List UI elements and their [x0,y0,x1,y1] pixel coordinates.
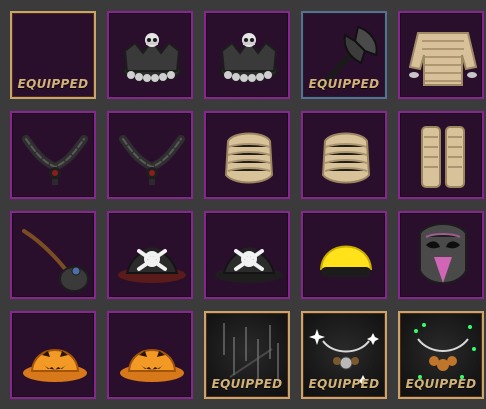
rain-effect-icon [223,323,279,383]
bandage-legs-icon [421,126,465,188]
crown-skull-icon [220,33,278,82]
inventory-slot[interactable] [398,211,484,299]
inventory-grid: EQUIPPED EQUIPPED EQUIPPED EQUIPPED EQUI… [0,0,486,409]
bandage-wrap-icon [224,132,274,184]
axe-icon [320,25,378,88]
chain-necklace-icon [22,135,88,185]
crown-skull-icon [123,33,181,82]
green-sparkle-necklace-icon [414,323,476,379]
mummy-shirt-icon [408,32,478,86]
inventory-slot[interactable]: EQUIPPED [204,311,290,399]
inventory-slot[interactable] [10,111,96,199]
inventory-slot[interactable] [301,111,387,199]
sparkle-necklace-icon [309,329,379,387]
pumpkin-hat-icon [23,349,87,382]
inventory-slot[interactable] [204,111,290,199]
inventory-slot[interactable]: EQUIPPED [10,11,96,99]
inventory-slot[interactable] [398,111,484,199]
inventory-slot[interactable] [107,11,193,99]
inventory-slot[interactable]: EQUIPPED [301,311,387,399]
yellow-beanie-icon [319,245,373,277]
inventory-slot[interactable] [107,311,193,399]
inventory-slot[interactable] [204,211,290,299]
inventory-slot[interactable] [301,211,387,299]
chain-necklace-icon [119,135,185,185]
inventory-slot[interactable]: EQUIPPED [301,11,387,99]
mask-helmet-icon [419,223,467,284]
inventory-slot[interactable] [10,311,96,399]
bandage-wrap-icon [321,132,371,184]
inventory-slot[interactable] [204,11,290,99]
inventory-slot[interactable] [398,11,484,99]
inventory-slot[interactable]: EQUIPPED [398,311,484,399]
inventory-slot[interactable] [107,111,193,199]
pumpkin-hat-icon [120,349,184,382]
satchel-bag-icon [22,229,89,292]
equipped-badge: EQUIPPED [17,77,89,91]
pirate-hat-icon [118,247,186,283]
inventory-slot[interactable] [107,211,193,299]
inventory-slot[interactable] [10,211,96,299]
pirate-hat-icon [215,247,283,283]
